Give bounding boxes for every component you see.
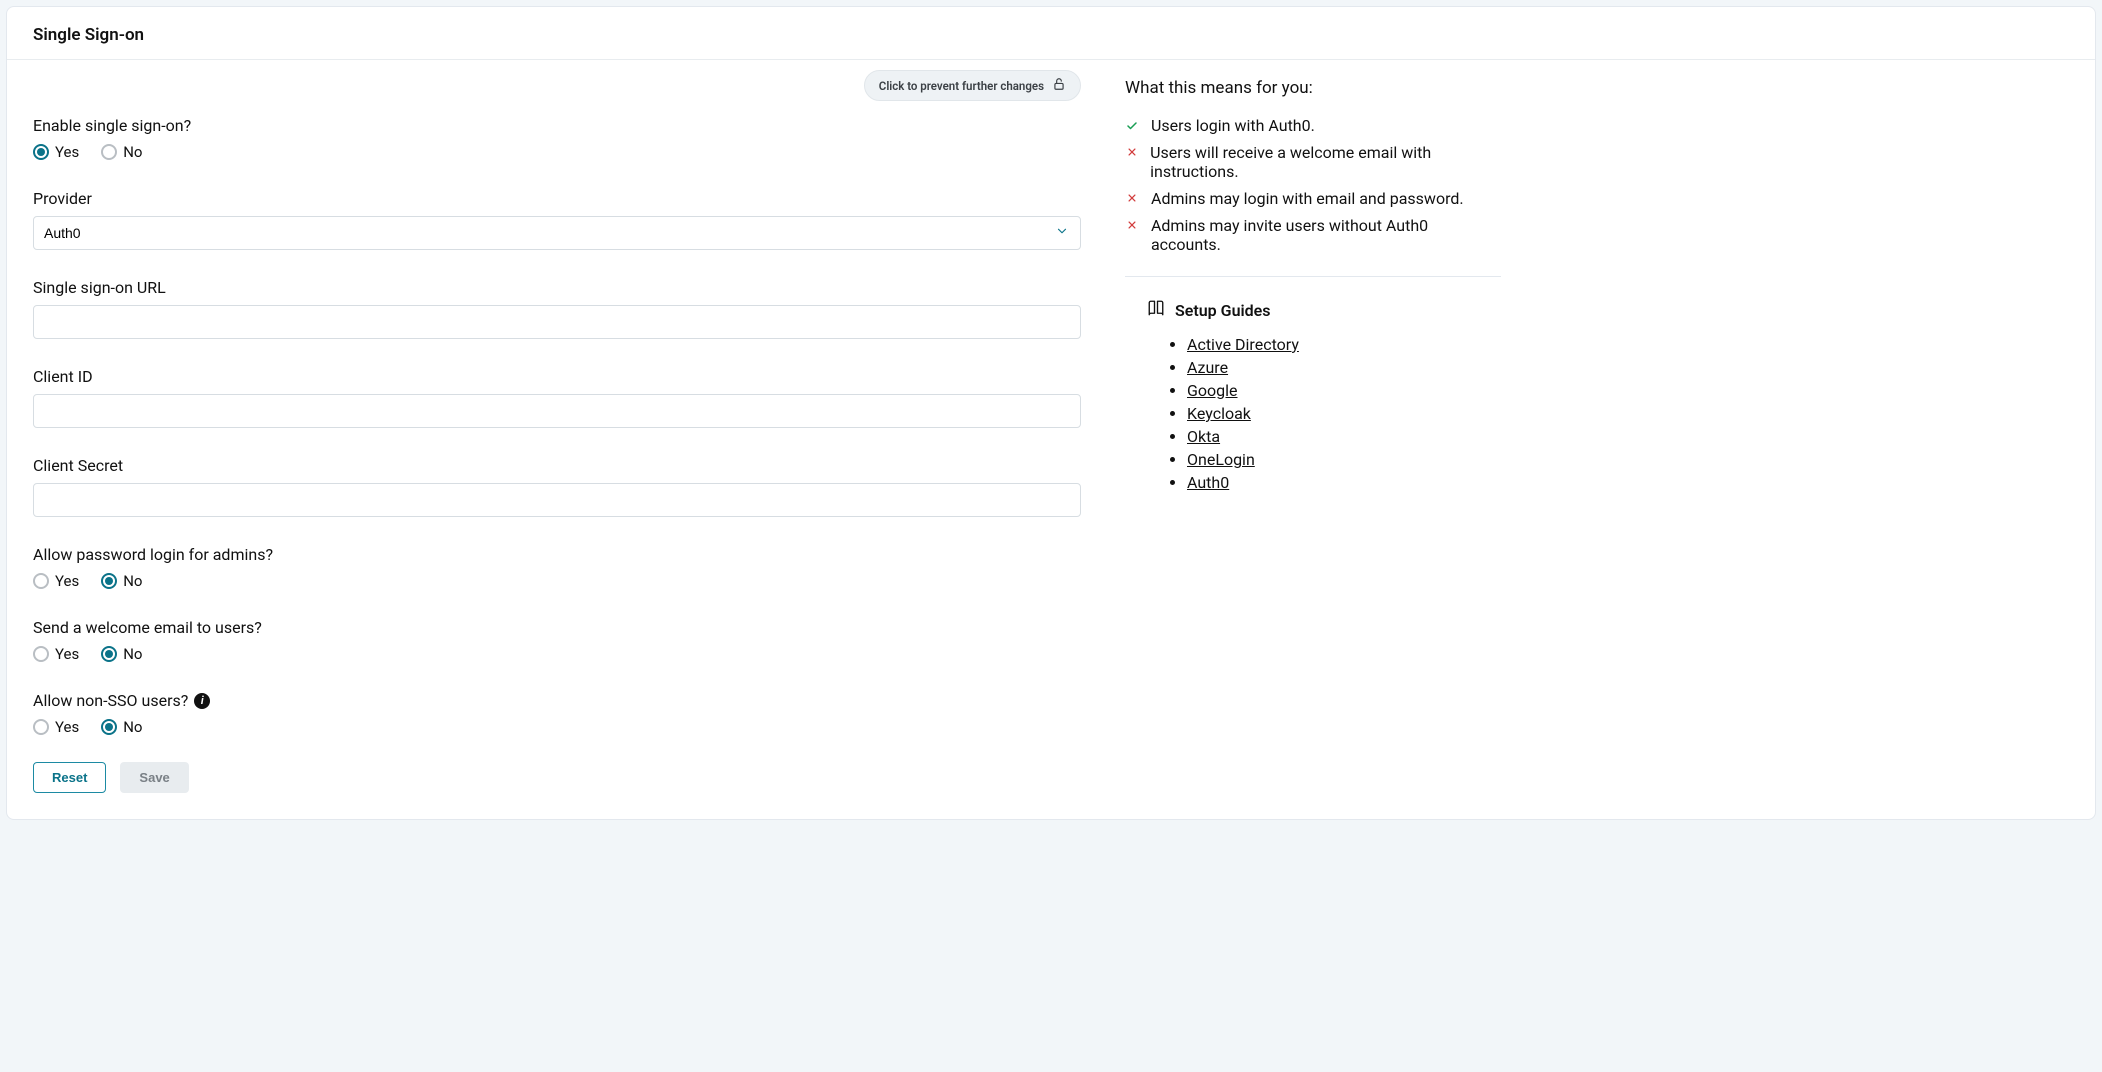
guide-link[interactable]: Active Directory [1187, 335, 1299, 354]
guides-list: Active Directory Azure Google Keycloak Okta O… [1187, 333, 1501, 494]
radio-label: Yes [55, 718, 79, 736]
allow-non-sso-yes[interactable]: Yes [33, 718, 79, 736]
impact-item: Admins may invite users without Auth0 ac… [1125, 212, 1501, 258]
impact-item: Admins may login with email and password… [1125, 185, 1501, 212]
field-admin-password-login: Allow password login for admins? Yes No [33, 545, 1081, 590]
divider [1125, 276, 1501, 277]
radio-icon [101, 573, 117, 589]
radio-icon [101, 144, 117, 160]
radio-label: Yes [55, 572, 79, 590]
radio-label: No [123, 645, 142, 663]
client-id-input[interactable] [33, 394, 1081, 428]
allow-non-sso-label: Allow non-SSO users? [33, 691, 188, 710]
page-title: Single Sign-on [7, 7, 2095, 60]
form-column: Click to prevent further changes Enable … [7, 60, 1107, 819]
impact-list: Users login with Auth0. Users will receiv… [1125, 112, 1501, 258]
allow-non-sso-no[interactable]: No [101, 718, 142, 736]
save-button[interactable]: Save [120, 762, 188, 793]
guide-link[interactable]: Google [1187, 381, 1238, 400]
guide-item: Keycloak [1187, 402, 1501, 425]
welcome-email-no[interactable]: No [101, 645, 142, 663]
impact-text: Users will receive a welcome email with … [1150, 143, 1501, 181]
radio-icon [101, 719, 117, 735]
admin-password-login-yes[interactable]: Yes [33, 572, 79, 590]
enable-sso-yes[interactable]: Yes [33, 143, 79, 161]
radio-label: No [123, 143, 142, 161]
lock-open-icon [1052, 77, 1066, 94]
radio-label: No [123, 572, 142, 590]
allow-non-sso-label-row: Allow non-SSO users? i [33, 691, 1081, 710]
enable-sso-label: Enable single sign-on? [33, 116, 1081, 135]
impact-text: Admins may invite users without Auth0 ac… [1151, 216, 1501, 254]
side-column: What this means for you: Users login wit… [1107, 60, 1527, 819]
radio-icon [101, 646, 117, 662]
book-icon [1147, 299, 1165, 321]
x-icon [1125, 147, 1138, 157]
provider-select-wrap [33, 216, 1081, 250]
settings-card: Single Sign-on Click to prevent further … [6, 6, 2096, 820]
guide-link[interactable]: OneLogin [1187, 450, 1255, 469]
radio-label: No [123, 718, 142, 736]
field-allow-non-sso: Allow non-SSO users? i Yes No [33, 691, 1081, 736]
field-welcome-email: Send a welcome email to users? Yes No [33, 618, 1081, 663]
guide-item: Auth0 [1187, 471, 1501, 494]
enable-sso-no[interactable]: No [101, 143, 142, 161]
card-body: Click to prevent further changes Enable … [7, 60, 2095, 819]
form-actions: Reset Save [33, 762, 1081, 793]
reset-button[interactable]: Reset [33, 762, 106, 793]
lock-changes-button[interactable]: Click to prevent further changes [864, 70, 1081, 101]
guide-link[interactable]: Keycloak [1187, 404, 1251, 423]
sso-url-label: Single sign-on URL [33, 278, 1081, 297]
admin-password-login-no[interactable]: No [101, 572, 142, 590]
radio-label: Yes [55, 143, 79, 161]
guide-item: Active Directory [1187, 333, 1501, 356]
welcome-email-yes[interactable]: Yes [33, 645, 79, 663]
guide-link[interactable]: Azure [1187, 358, 1228, 377]
radio-icon [33, 719, 49, 735]
guide-item: Okta [1187, 425, 1501, 448]
welcome-email-radio-group: Yes No [33, 645, 1081, 663]
guides-title: Setup Guides [1175, 301, 1271, 320]
side-title: What this means for you: [1125, 78, 1501, 98]
admin-password-login-radio-group: Yes No [33, 572, 1081, 590]
field-client-secret: Client Secret [33, 456, 1081, 517]
sso-url-input[interactable] [33, 305, 1081, 339]
provider-label: Provider [33, 189, 1081, 208]
welcome-email-label: Send a welcome email to users? [33, 618, 1081, 637]
guides-heading: Setup Guides [1147, 299, 1501, 321]
field-client-id: Client ID [33, 367, 1081, 428]
client-id-label: Client ID [33, 367, 1081, 386]
guide-link[interactable]: Auth0 [1187, 473, 1229, 492]
guide-link[interactable]: Okta [1187, 427, 1220, 446]
lock-changes-label: Click to prevent further changes [879, 79, 1044, 93]
radio-label: Yes [55, 645, 79, 663]
x-icon [1125, 193, 1139, 203]
field-provider: Provider [33, 189, 1081, 250]
radio-icon [33, 573, 49, 589]
impact-item: Users will receive a welcome email with … [1125, 139, 1501, 185]
impact-item: Users login with Auth0. [1125, 112, 1501, 139]
x-icon [1125, 220, 1139, 230]
provider-select[interactable] [33, 216, 1081, 250]
admin-password-login-label: Allow password login for admins? [33, 545, 1081, 564]
client-secret-input[interactable] [33, 483, 1081, 517]
guide-item: OneLogin [1187, 448, 1501, 471]
client-secret-label: Client Secret [33, 456, 1081, 475]
allow-non-sso-radio-group: Yes No [33, 718, 1081, 736]
field-enable-sso: Enable single sign-on? Yes No [33, 116, 1081, 161]
guide-item: Google [1187, 379, 1501, 402]
info-icon[interactable]: i [194, 693, 210, 709]
check-icon [1125, 120, 1139, 132]
impact-text: Admins may login with email and password… [1151, 189, 1464, 208]
radio-icon [33, 646, 49, 662]
guide-item: Azure [1187, 356, 1501, 379]
radio-icon [33, 144, 49, 160]
impact-text: Users login with Auth0. [1151, 116, 1315, 135]
enable-sso-radio-group: Yes No [33, 143, 1081, 161]
field-sso-url: Single sign-on URL [33, 278, 1081, 339]
